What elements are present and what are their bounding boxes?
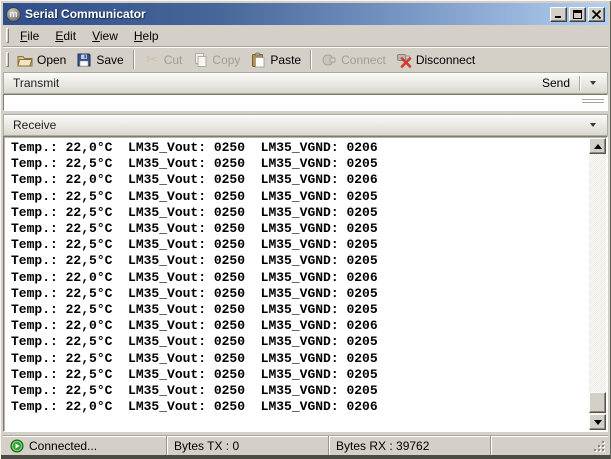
- toolbar-button-label: Connect: [341, 53, 386, 67]
- menubar: File Edit View Help: [3, 25, 608, 46]
- open-folder-icon: [17, 52, 33, 68]
- paste-button[interactable]: Paste: [245, 50, 306, 70]
- copy-pages-icon: [192, 52, 208, 68]
- close-button[interactable]: [588, 7, 605, 22]
- statusbar: Connected... Bytes TX : 0 Bytes RX : 397…: [3, 435, 608, 455]
- menu-help[interactable]: Help: [126, 27, 167, 45]
- transmit-input[interactable]: [4, 96, 607, 109]
- bytes-tx-text: Bytes TX : 0: [174, 439, 239, 453]
- status-empty-section: [490, 436, 608, 455]
- menu-view[interactable]: View: [84, 27, 126, 45]
- maximize-button[interactable]: [569, 7, 586, 22]
- titlebar-buttons: [548, 7, 605, 22]
- send-dropdown-icon[interactable]: [590, 81, 596, 85]
- send-separator: [579, 76, 580, 91]
- toolbar-button-label: Paste: [270, 53, 301, 67]
- menubar-grip[interactable]: [6, 28, 9, 43]
- save-floppy-icon: [76, 52, 92, 68]
- transmit-input-wrap: [3, 94, 608, 111]
- scrollbar-thumb[interactable]: [589, 392, 606, 413]
- status-connection: Connected...: [3, 436, 166, 455]
- titlebar[interactable]: m Serial Communicator: [3, 3, 608, 25]
- connect-button: Connect: [316, 50, 391, 70]
- save-button[interactable]: Save: [71, 50, 128, 70]
- status-bytes-rx: Bytes RX : 39762: [328, 436, 490, 455]
- transmit-panel-header: Transmit Send: [3, 72, 608, 94]
- connected-green-icon: [10, 439, 24, 453]
- maximize-icon: [573, 10, 582, 19]
- bytes-rx-text: Bytes RX : 39762: [336, 439, 429, 453]
- toolbar-separator: [133, 50, 135, 69]
- menu-file[interactable]: File: [12, 27, 47, 45]
- menu-edit[interactable]: Edit: [47, 27, 84, 45]
- cut-scissors-icon: ✂: [144, 52, 160, 68]
- receive-log-text[interactable]: Temp.: 22,0°C LM35_Vout: 0250 LM35_VGND:…: [4, 137, 607, 415]
- send-button[interactable]: Send: [533, 75, 579, 91]
- toolbar-button-label: Disconnect: [416, 53, 475, 67]
- connection-status-text: Connected...: [29, 439, 97, 453]
- receive-panel-header: Receive: [3, 114, 608, 136]
- open-button[interactable]: Open: [12, 50, 71, 70]
- toolbar-button-label: Save: [96, 53, 123, 67]
- arrow-down-icon: [594, 420, 602, 425]
- window-title: Serial Communicator: [25, 7, 146, 21]
- receive-scrollbar[interactable]: [589, 138, 606, 430]
- minimize-button[interactable]: [550, 7, 567, 22]
- close-icon: [592, 10, 601, 19]
- resize-grip-icon[interactable]: [592, 439, 605, 452]
- minimize-icon: [555, 10, 563, 19]
- status-bytes-tx: Bytes TX : 0: [166, 436, 328, 455]
- arrow-up-icon: [594, 144, 602, 149]
- toolbar: Open Save ✂ Cut: [3, 46, 608, 72]
- disconnect-icon: [396, 52, 412, 68]
- serial-communicator-window: m Serial Communicator File Edit View Hel…: [0, 0, 611, 459]
- connect-plug-icon: [321, 52, 337, 68]
- send-area: Send: [533, 75, 598, 91]
- app-icon: m: [6, 7, 21, 22]
- receive-dropdown-icon[interactable]: [590, 123, 596, 127]
- disconnect-button[interactable]: Disconnect: [391, 50, 480, 70]
- toolbar-separator: [310, 50, 312, 69]
- transmit-header-label: Transmit: [13, 76, 59, 90]
- toolbar-grip[interactable]: [6, 52, 9, 67]
- receive-area[interactable]: Temp.: 22,0°C LM35_Vout: 0250 LM35_VGND:…: [3, 136, 608, 432]
- receive-header-controls: [588, 123, 598, 127]
- cut-button: ✂ Cut: [139, 50, 188, 70]
- transmit-input-grip[interactable]: [582, 99, 604, 105]
- copy-button: Copy: [187, 50, 245, 70]
- receive-header-label: Receive: [13, 118, 56, 132]
- toolbar-button-label: Cut: [164, 53, 183, 67]
- scroll-up-button[interactable]: [589, 138, 606, 154]
- toolbar-button-label: Open: [37, 53, 66, 67]
- toolbar-button-label: Copy: [212, 53, 240, 67]
- paste-clipboard-icon: [250, 52, 266, 68]
- scroll-down-button[interactable]: [589, 414, 606, 430]
